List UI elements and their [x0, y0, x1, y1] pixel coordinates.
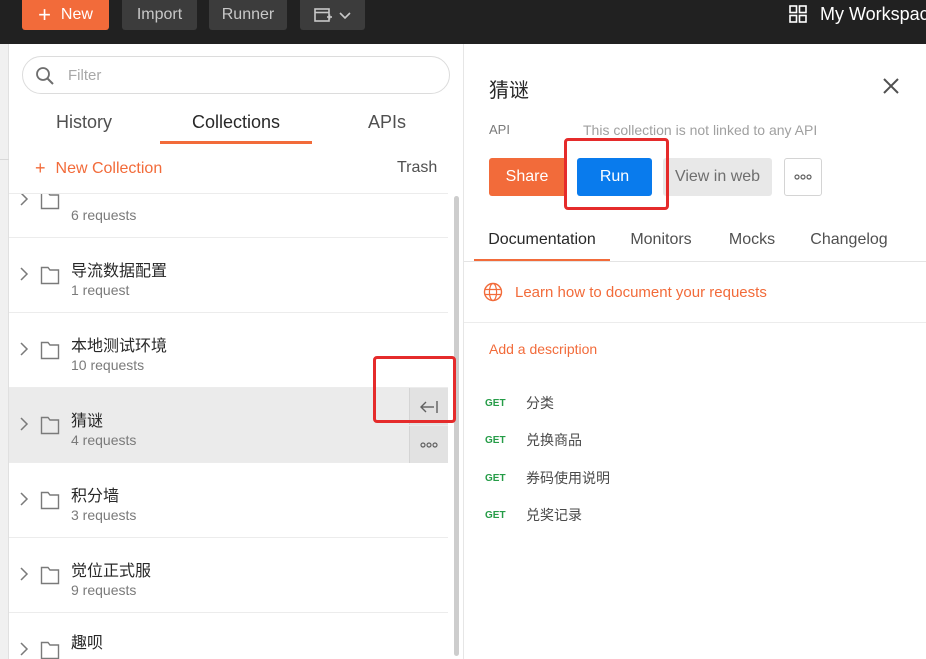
section-divider [464, 322, 926, 323]
collection-count: 3 requests [71, 507, 137, 523]
view-in-web-button[interactable]: View in web [663, 158, 772, 196]
collection-title: 猜谜 [489, 78, 529, 102]
workspace-label: My Workspac [820, 3, 926, 24]
folder-icon [40, 641, 60, 659]
new-button[interactable]: + New [22, 0, 109, 30]
collection-name: 猜谜 [71, 411, 104, 430]
folder-icon [40, 341, 60, 360]
more-dots-icon [794, 174, 812, 180]
highlight-box-expand [373, 356, 456, 423]
folder-icon [40, 416, 60, 435]
highlight-box-run [564, 138, 669, 210]
request-method-badge: GET [485, 434, 506, 446]
chevron-right-icon [20, 417, 29, 431]
folder-icon [40, 491, 60, 510]
share-button[interactable]: Share [489, 158, 565, 196]
request-method-badge: GET [485, 397, 506, 409]
request-item[interactable]: GET 兑奖记录 [485, 505, 582, 525]
folder-icon [40, 566, 60, 585]
new-collection-button[interactable]: + New Collection [35, 158, 162, 179]
sidebar-edge-strip [0, 44, 9, 659]
tab-monitors[interactable]: Monitors [619, 231, 703, 262]
runner-button[interactable]: Runner [209, 0, 287, 30]
api-label: API [489, 122, 510, 137]
import-button[interactable]: Import [122, 0, 197, 30]
request-name: 兑奖记录 [526, 508, 582, 524]
chevron-right-icon [20, 342, 29, 356]
search-icon [36, 67, 54, 85]
collection-count: 1 request [71, 282, 130, 298]
sidebar-tabs: History Collections APIs [9, 112, 464, 144]
request-method-badge: GET [485, 509, 506, 521]
list-item[interactable]: 6 requests [9, 194, 448, 238]
strip-divider [0, 159, 9, 160]
workspace-selector[interactable]: My Workspac [788, 0, 926, 28]
tab-changelog[interactable]: Changelog [802, 231, 896, 262]
trash-button[interactable]: Trash [397, 159, 437, 177]
tab-history[interactable]: History [39, 112, 129, 144]
collection-list: 6 requests 导流数据配置 1 request 本地测试环境 10 re… [9, 193, 448, 659]
more-actions-button[interactable] [784, 158, 822, 196]
chevron-right-icon [20, 194, 29, 206]
request-name: 分类 [526, 396, 554, 412]
plus-icon: + [35, 158, 46, 178]
add-description-link[interactable]: Add a description [489, 341, 597, 357]
filter-box [22, 56, 450, 94]
collection-name: 觉位正式服 [71, 561, 152, 580]
chevron-down-icon [339, 12, 351, 20]
close-icon[interactable] [881, 76, 901, 96]
window-icon [314, 8, 332, 22]
request-method-badge: GET [485, 472, 506, 484]
top-toolbar: + New Import Runner My Workspac [0, 0, 926, 44]
chevron-right-icon [20, 492, 29, 506]
sidebar-scrollbar[interactable] [454, 196, 459, 656]
request-item[interactable]: GET 兑换商品 [485, 430, 582, 450]
tab-documentation[interactable]: Documentation [474, 231, 610, 262]
tab-apis[interactable]: APIs [344, 112, 430, 144]
request-name: 券码使用说明 [526, 471, 610, 487]
api-link-note: This collection is not linked to any API [583, 122, 818, 138]
collection-name: 趣呗 [71, 633, 104, 652]
collection-name: 积分墙 [71, 486, 120, 505]
tabs-divider [464, 261, 926, 262]
folder-icon [40, 266, 60, 285]
collection-count: 10 requests [71, 357, 145, 373]
collection-count: 4 requests [71, 432, 137, 448]
request-item[interactable]: GET 券码使用说明 [485, 468, 610, 488]
plus-icon: + [38, 2, 51, 27]
filter-input[interactable] [68, 63, 428, 87]
list-item[interactable]: 积分墙 3 requests [9, 463, 448, 538]
learn-docs-label: Learn how to document your requests [515, 283, 767, 301]
list-item[interactable]: 趣呗 [9, 613, 448, 659]
tab-mocks[interactable]: Mocks [720, 231, 784, 262]
new-window-button[interactable] [300, 0, 365, 30]
chevron-right-icon [20, 267, 29, 281]
more-options-button[interactable] [409, 426, 448, 463]
new-collection-label: New Collection [55, 159, 163, 177]
collection-name: 导流数据配置 [71, 261, 168, 280]
collection-count: 6 requests [71, 207, 137, 223]
learn-docs-link[interactable]: Learn how to document your requests [483, 282, 767, 302]
globe-icon [483, 282, 503, 302]
request-item[interactable]: GET 分类 [485, 393, 554, 413]
chevron-right-icon [20, 642, 29, 656]
list-item[interactable]: 觉位正式服 9 requests [9, 538, 448, 613]
sidebar: History Collections APIs + New Collectio… [9, 44, 464, 659]
new-button-label: New [60, 6, 93, 23]
list-item[interactable]: 导流数据配置 1 request [9, 238, 448, 313]
tab-collections[interactable]: Collections [160, 112, 312, 144]
more-dots-icon [420, 441, 438, 448]
chevron-right-icon [20, 567, 29, 581]
folder-icon [40, 194, 60, 210]
collection-count: 9 requests [71, 582, 137, 598]
grid-icon [789, 5, 807, 23]
request-name: 兑换商品 [526, 433, 582, 449]
collection-name: 本地测试环境 [71, 336, 168, 355]
